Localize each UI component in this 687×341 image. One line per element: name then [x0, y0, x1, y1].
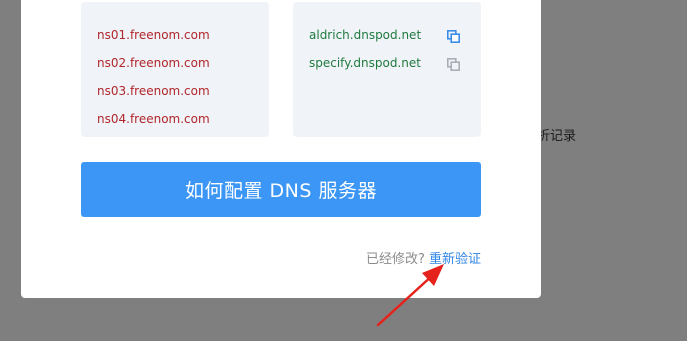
target-nameserver-2: specify.dnspod.net — [309, 56, 421, 70]
how-to-configure-dns-button[interactable]: 如何配置 DNS 服务器 — [81, 162, 481, 217]
target-nameserver-1: aldrich.dnspod.net — [309, 28, 422, 42]
current-nameserver-3: ns03.freenom.com — [97, 84, 210, 98]
copy-icon[interactable] — [447, 28, 460, 43]
current-nameserver-1: ns01.freenom.com — [97, 28, 210, 42]
target-nameservers-panel: aldrich.dnspod.net specify.dnspod.net — [293, 2, 481, 137]
background-partial-text: 折记录 — [537, 129, 577, 144]
annotation-arrow-icon — [376, 264, 444, 327]
dns-config-modal: ns01.freenom.com ns02.freenom.com ns03.f… — [21, 0, 541, 298]
copy-icon[interactable] — [447, 56, 460, 71]
current-nameservers-panel: ns01.freenom.com ns02.freenom.com ns03.f… — [81, 2, 269, 137]
current-nameserver-2: ns02.freenom.com — [97, 56, 210, 70]
current-nameserver-4: ns04.freenom.com — [97, 112, 210, 126]
